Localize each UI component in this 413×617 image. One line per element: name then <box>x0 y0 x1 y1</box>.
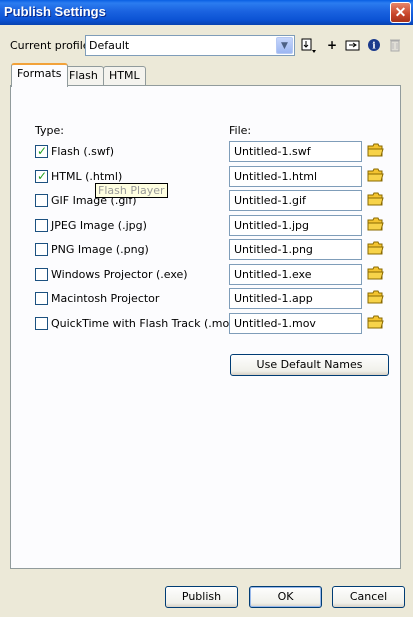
format-checkbox[interactable] <box>35 292 48 305</box>
publish-button[interactable]: Publish <box>165 586 238 608</box>
window-title: Publish Settings <box>4 4 106 19</box>
file-name-input[interactable]: Untitled-1.png <box>229 239 362 260</box>
file-name-input[interactable]: Untitled-1.exe <box>229 264 362 285</box>
ok-button[interactable]: OK <box>249 586 322 608</box>
file-name-input[interactable]: Untitled-1.mov <box>229 313 362 334</box>
tab-label: Formats <box>17 67 62 80</box>
folder-icon[interactable] <box>367 168 384 183</box>
format-label: QuickTime with Flash Track (.mov) <box>51 317 240 330</box>
trash-icon <box>390 39 400 52</box>
folder-icon[interactable] <box>367 266 384 281</box>
format-label: GIF Image (.gif) <box>51 194 137 207</box>
folder-icon[interactable] <box>367 315 384 330</box>
use-default-names-button[interactable]: Use Default Names <box>230 354 389 376</box>
duplicate-profile-button[interactable] <box>344 36 362 54</box>
format-label: HTML (.html) <box>51 170 123 183</box>
folder-icon[interactable] <box>367 241 384 256</box>
file-name-input[interactable]: Untitled-1.swf <box>229 141 362 162</box>
publish-label: Publish <box>181 590 222 603</box>
file-name-input[interactable]: Untitled-1.jpg <box>229 215 362 236</box>
tab-html[interactable]: HTML <box>103 66 146 86</box>
use-default-names-label: Use Default Names <box>256 358 363 371</box>
import-export-icon <box>301 38 316 53</box>
profile-dropdown-value: Default <box>89 39 130 52</box>
title-bar[interactable]: Publish Settings ✕ <box>0 0 413 25</box>
tab-label: Flash <box>69 69 98 82</box>
svg-text:i: i <box>372 42 376 52</box>
format-checkbox[interactable] <box>35 194 48 207</box>
checkmark-icon: ✓ <box>37 144 48 158</box>
close-button[interactable]: ✕ <box>390 2 411 23</box>
folder-icon[interactable] <box>367 217 384 232</box>
format-label: Macintosh Projector <box>51 292 160 305</box>
tab-label: HTML <box>109 69 140 82</box>
folder-icon[interactable] <box>367 290 384 305</box>
current-profile-label: Current profile: <box>10 39 94 52</box>
chevron-down-icon[interactable]: ▼ <box>276 37 293 54</box>
cancel-button[interactable]: Cancel <box>332 586 405 608</box>
format-label: Windows Projector (.exe) <box>51 268 188 281</box>
import-export-profile-button[interactable] <box>299 36 317 54</box>
format-label: Flash (.swf) <box>51 145 115 158</box>
plus-icon: + <box>326 38 338 52</box>
format-label: JPEG Image (.jpg) <box>51 219 147 232</box>
tab-flash[interactable]: Flash <box>63 66 104 86</box>
create-new-profile-button[interactable]: + <box>323 36 341 54</box>
file-name-input[interactable]: Untitled-1.app <box>229 288 362 309</box>
profile-properties-button[interactable]: i <box>365 36 383 54</box>
checkmark-icon: ✓ <box>37 169 48 183</box>
delete-profile-button[interactable] <box>386 36 404 54</box>
folder-icon[interactable] <box>367 192 384 207</box>
file-name-input[interactable]: Untitled-1.html <box>229 166 362 187</box>
info-icon: i <box>368 39 380 52</box>
folder-icon[interactable] <box>367 143 384 158</box>
duplicate-icon <box>345 40 360 51</box>
ok-label: OK <box>277 590 294 603</box>
format-checkbox[interactable]: ✓ <box>35 144 48 158</box>
cancel-label: Cancel <box>349 590 388 603</box>
format-checkbox[interactable]: ✓ <box>35 169 48 183</box>
format-label: PNG Image (.png) <box>51 243 149 256</box>
publish-settings-dialog: Publish Settings ✕ Current profile: Defa… <box>0 0 413 617</box>
tab-formats[interactable]: Formats <box>11 63 68 87</box>
file-name-input[interactable]: Untitled-1.gif <box>229 190 362 211</box>
close-icon: ✕ <box>394 4 407 20</box>
profile-dropdown[interactable]: Default ▼ <box>85 35 295 56</box>
format-checkbox[interactable] <box>35 268 48 281</box>
format-checkbox[interactable] <box>35 219 48 232</box>
format-checkbox[interactable] <box>35 317 48 330</box>
format-checkbox[interactable] <box>35 243 48 256</box>
